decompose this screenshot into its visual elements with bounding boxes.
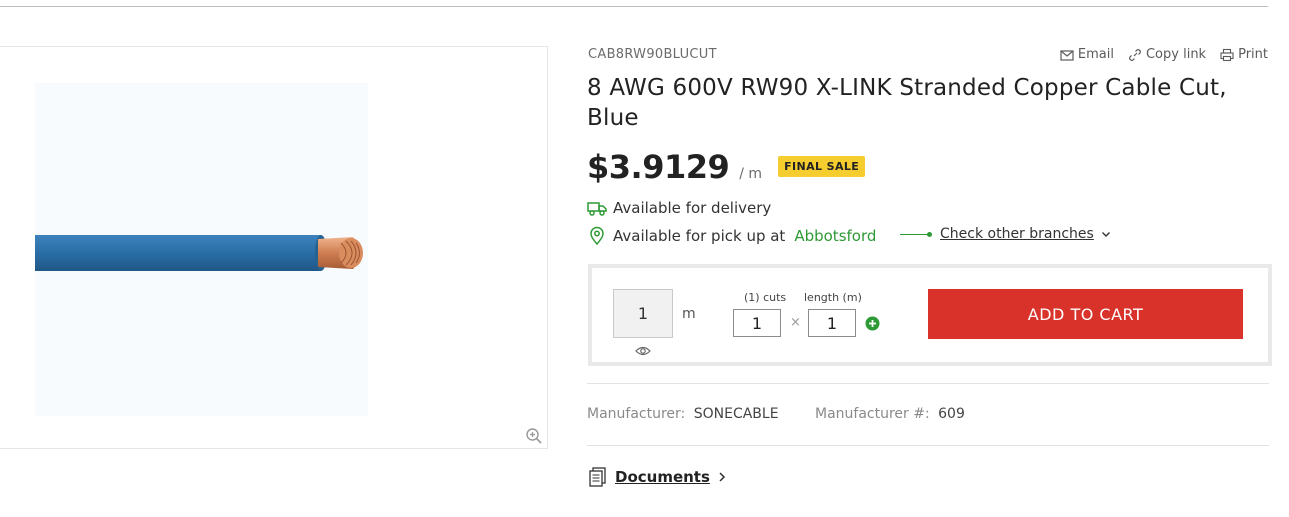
chevron-right-icon <box>719 472 725 482</box>
manufacturer-name-label: Manufacturer: <box>587 406 686 422</box>
multiply-sign: × <box>790 315 801 330</box>
final-sale-badge: FINAL SALE <box>778 156 866 177</box>
cable-image <box>35 235 363 271</box>
section-divider <box>587 445 1269 446</box>
cuts-label: (1) cuts <box>744 291 787 304</box>
documents-label: Documents <box>615 468 710 486</box>
manufacturer-number: Manufacturer #: 609 <box>815 406 965 422</box>
truck-icon <box>587 202 607 216</box>
eye-icon[interactable] <box>635 343 651 359</box>
product-image-panel <box>0 46 548 449</box>
copy-link-label: Copy link <box>1145 47 1207 62</box>
product-actions: Email Copy link Print <box>1060 47 1268 62</box>
print-button[interactable]: Print <box>1220 47 1268 62</box>
cuts-input[interactable] <box>733 309 781 337</box>
quantity-display[interactable]: 1 <box>613 289 673 338</box>
pickup-label: Available for pick up at <box>613 227 786 245</box>
pickup-branch[interactable]: Abbotsford <box>794 227 876 245</box>
add-to-cart-button[interactable]: ADD TO CART <box>928 289 1243 339</box>
chevron-down-icon <box>1101 232 1110 237</box>
email-button[interactable]: Email <box>1060 47 1114 62</box>
check-branches-label: Check other branches <box>940 226 1094 242</box>
email-label: Email <box>1077 47 1114 62</box>
quantity-unit: m <box>682 306 696 322</box>
link-icon <box>1129 48 1141 61</box>
price-row: $3.9129 / m FINAL SALE <box>587 148 866 186</box>
zoom-in-icon[interactable] <box>525 427 543 445</box>
pickup-availability: Available for pick up at Abbotsford <box>587 226 876 246</box>
top-divider <box>0 6 1268 7</box>
copy-link-button[interactable]: Copy link <box>1128 47 1206 62</box>
branch-connector-line <box>900 231 932 237</box>
manufacturer-name: Manufacturer: SONECABLE <box>587 406 779 422</box>
location-pin-icon <box>590 226 604 246</box>
add-to-cart-panel: 1 m (1) cuts length (m) × ADD TO CART <box>588 264 1272 366</box>
product-title: 8 AWG 600V RW90 X-LINK Stranded Copper C… <box>587 75 1227 131</box>
documents-icon <box>589 467 606 487</box>
delivery-label: Available for delivery <box>613 199 772 217</box>
manufacturer-number-value: 609 <box>938 406 965 422</box>
manufacturer-name-value: SONECABLE <box>693 406 779 422</box>
product-image[interactable] <box>35 83 368 416</box>
product-price: $3.9129 <box>587 148 730 186</box>
documents-link[interactable]: Documents <box>587 466 728 488</box>
add-cut-plus-icon[interactable] <box>865 316 880 331</box>
section-divider <box>587 383 1269 384</box>
print-label: Print <box>1238 47 1268 62</box>
print-icon <box>1220 48 1234 61</box>
check-other-branches-link[interactable]: Check other branches <box>900 226 1112 242</box>
product-sku: CAB8RW90BLUCUT <box>588 47 717 62</box>
email-icon <box>1060 49 1074 61</box>
price-unit: / m <box>739 166 763 182</box>
delivery-availability: Available for delivery <box>587 198 771 218</box>
manufacturer-number-label: Manufacturer #: <box>815 406 930 422</box>
length-label: length (m) <box>804 291 862 304</box>
length-input[interactable] <box>808 309 856 337</box>
